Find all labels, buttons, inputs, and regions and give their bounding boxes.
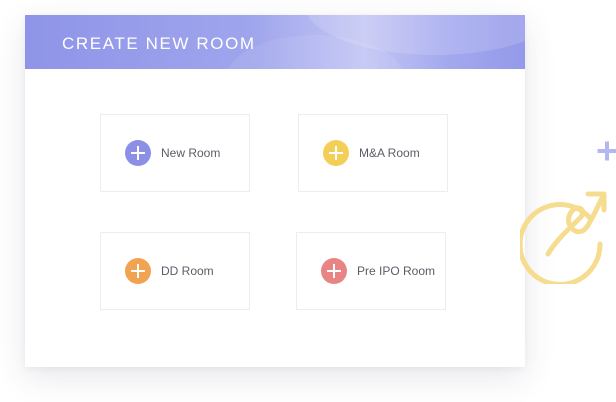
room-label: M&A Room [359,146,420,160]
panel-header: CREATE NEW ROOM [25,15,525,69]
room-label: New Room [161,146,221,160]
plus-icon [323,140,349,166]
create-room-panel: CREATE NEW ROOM New Room M&A Room DD Roo… [25,15,525,367]
stage: CREATE NEW ROOM New Room M&A Room DD Roo… [0,0,616,402]
pre-ipo-room-button[interactable]: Pre IPO Room [296,232,446,310]
plus-icon [125,140,151,166]
loop-arrow-icon [520,191,607,284]
room-label: DD Room [161,264,214,278]
plus-icon [321,258,347,284]
room-label: Pre IPO Room [357,264,436,278]
panel-title: CREATE NEW ROOM [62,34,256,53]
dd-room-button[interactable]: DD Room [100,232,250,310]
new-room-button[interactable]: New Room [100,114,250,192]
plus-icon [125,258,151,284]
ma-room-button[interactable]: M&A Room [298,114,448,192]
decorative-plus-icon [597,141,616,160]
